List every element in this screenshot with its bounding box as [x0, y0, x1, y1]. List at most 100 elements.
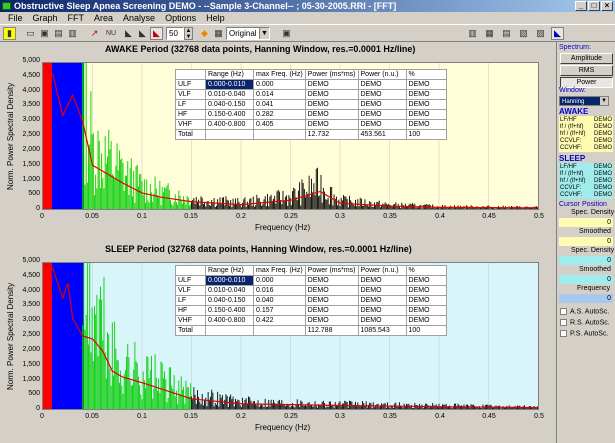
menu-help[interactable]: Help: [201, 12, 230, 24]
table-row[interactable]: LF 0.040-0.150 0.040 DEMO DEMO DEMO: [175, 295, 447, 306]
as-autoscale-checkbox[interactable]: A.S. AutoSc.: [560, 308, 609, 315]
app-icon: [2, 2, 11, 10]
scale-select[interactable]: Original ▼: [226, 27, 270, 40]
sleep-band-table: Range (Hz) max Freq. (Hz) Power (ms*ms) …: [175, 265, 447, 336]
range-cell[interactable]: 0.400-0.800: [205, 315, 254, 326]
band-ulf: [43, 263, 54, 409]
x-tick: 0.45: [482, 213, 496, 220]
layout3-icon[interactable]: ▤: [500, 27, 513, 40]
ratio-row: hf / (lf+hf) DEMO: [560, 178, 612, 185]
copy-icon[interactable]: ▥: [66, 27, 79, 40]
table-row[interactable]: ULF 0.000-0.010 0.000 DEMO DEMO DEMO: [175, 275, 447, 286]
chevron-down-icon: ▼: [259, 28, 269, 39]
spectrum-alt-icon[interactable]: ◣: [136, 27, 149, 40]
amplitude-button[interactable]: Amplitude: [560, 53, 613, 64]
ratio-label: lf / (lf+hf): [560, 171, 584, 177]
table-row[interactable]: ULF 0.000-0.010 0.000 DEMO DEMO DEMO: [175, 79, 447, 90]
power-cell: DEMO: [304, 295, 359, 306]
menu-options[interactable]: Options: [160, 12, 201, 24]
range-cell[interactable]: 0.150-0.400: [205, 109, 254, 120]
max-cell: 0.422: [253, 315, 306, 326]
menu-graph[interactable]: Graph: [28, 12, 63, 24]
pct-cell: 100: [405, 129, 447, 140]
layout6-icon[interactable]: ◣: [551, 27, 564, 40]
table-row[interactable]: VHF 0.400-0.800 0.422 DEMO DEMO DEMO: [175, 315, 447, 326]
table-row[interactable]: VLF 0.010-0.040 0.016 DEMO DEMO DEMO: [175, 285, 447, 296]
print-icon[interactable]: ▤: [52, 27, 65, 40]
awake-header: AWAKE: [559, 107, 589, 116]
diamond-icon[interactable]: ◆: [198, 27, 211, 40]
zoom-icon[interactable]: ▦: [212, 27, 225, 40]
export-icon[interactable]: ▣: [280, 27, 293, 40]
minimize-button[interactable]: _: [575, 1, 587, 11]
cursor-position-label: Cursor Position: [559, 201, 607, 208]
max-cell: [253, 129, 306, 140]
layout1-icon[interactable]: ▥: [466, 27, 479, 40]
cursor-icon[interactable]: ↗: [88, 27, 101, 40]
layout4-icon[interactable]: ▧: [517, 27, 530, 40]
smooth-icon[interactable]: ◣: [150, 27, 163, 40]
sleep-ratios: LF/HF DEMO lf / (lf+hf) DEMO hf / (lf+hf) D…: [559, 163, 613, 199]
open-icon[interactable]: ▭: [24, 27, 37, 40]
x-axis-label: Frequency (Hz): [255, 423, 311, 432]
menu-analyse[interactable]: Analyse: [118, 12, 160, 24]
range-cell[interactable]: 0.010-0.040: [205, 285, 254, 296]
smooth-input[interactable]: 50: [166, 27, 184, 40]
range-cell[interactable]: 0.010-0.040: [205, 89, 254, 100]
window-select[interactable]: Hanning ▼: [559, 96, 609, 106]
range-cell[interactable]: 0.400-0.800: [205, 119, 254, 130]
menu-fft[interactable]: FFT: [63, 12, 90, 24]
range-cell[interactable]: 0.150-0.400: [205, 305, 254, 316]
menu-file[interactable]: File: [3, 12, 28, 24]
range-cell[interactable]: 0.000-0.010: [205, 79, 254, 90]
nu-cell: DEMO: [357, 79, 407, 90]
close-button[interactable]: ×: [601, 1, 613, 11]
layout2-icon[interactable]: ▦: [483, 27, 496, 40]
table-row[interactable]: VHF 0.400-0.800 0.405 DEMO DEMO DEMO: [175, 119, 447, 130]
spectrum-icon[interactable]: ◣: [122, 27, 135, 40]
ratio-label: lf / (lf+hf): [560, 124, 584, 130]
y-tick: 2,500: [22, 131, 40, 138]
x-tick: 0.4: [435, 213, 445, 220]
nu-cell: DEMO: [357, 275, 407, 286]
table-row[interactable]: LF 0.040-0.150 0.041 DEMO DEMO DEMO: [175, 99, 447, 110]
x-tick: 0.35: [383, 213, 397, 220]
x-tick: 0: [40, 413, 44, 420]
maximize-button[interactable]: □: [588, 1, 600, 11]
ratio-row: CCVHF: DEMO: [560, 192, 612, 199]
range-cell[interactable]: 0.040-0.150: [205, 99, 254, 110]
power-cell: 12.732: [304, 129, 359, 140]
power-cell: DEMO: [304, 285, 359, 296]
table-row[interactable]: HF 0.150-0.400 0.157 DEMO DEMO DEMO: [175, 305, 447, 316]
range-cell[interactable]: 0.000-0.010: [205, 275, 254, 286]
table-row[interactable]: HF 0.150-0.400 0.282 DEMO DEMO DEMO: [175, 109, 447, 120]
max-cell: 0.000: [253, 275, 306, 286]
x-tick: 0.4: [435, 413, 445, 420]
band-label: Total: [175, 129, 206, 140]
save-icon[interactable]: ▣: [38, 27, 51, 40]
nu-cell: DEMO: [357, 109, 407, 120]
power-cell: DEMO: [304, 109, 359, 120]
y-tick: 2,500: [22, 331, 40, 338]
y-tick: 500: [28, 190, 40, 197]
layout5-icon[interactable]: ▨: [534, 27, 547, 40]
x-tick: 0.5: [534, 413, 544, 420]
table-row[interactable]: VLF 0.010-0.040 0.014 DEMO DEMO DEMO: [175, 89, 447, 100]
y-tick: 3,000: [22, 116, 40, 123]
menu-area[interactable]: Area: [89, 12, 118, 24]
range-cell[interactable]: 0.040-0.150: [205, 295, 254, 306]
frequency-label: Frequency: [577, 285, 611, 292]
col-header-power-ms: Power (ms*ms): [304, 69, 359, 80]
ps-autoscale-checkbox[interactable]: P.S. AutoSc.: [560, 330, 608, 337]
band-label: VLF: [175, 89, 206, 100]
smooth-stepper[interactable]: ▲ ▼: [184, 27, 193, 40]
checkbox-label: P.S. AutoSc.: [570, 330, 609, 338]
rms-button[interactable]: RMS: [560, 65, 613, 76]
nu-button[interactable]: NU: [104, 27, 118, 40]
max-cell: 0.405: [253, 119, 306, 130]
rs-autoscale-checkbox[interactable]: R.S. AutoSc.: [560, 319, 610, 326]
ratio-value: DEMO: [594, 124, 612, 130]
pointer-icon[interactable]: ▮: [3, 27, 16, 40]
y-tick: 0: [36, 205, 40, 212]
sleep-panel: SLEEP Period (32768 data points, Hanning…: [0, 242, 556, 443]
